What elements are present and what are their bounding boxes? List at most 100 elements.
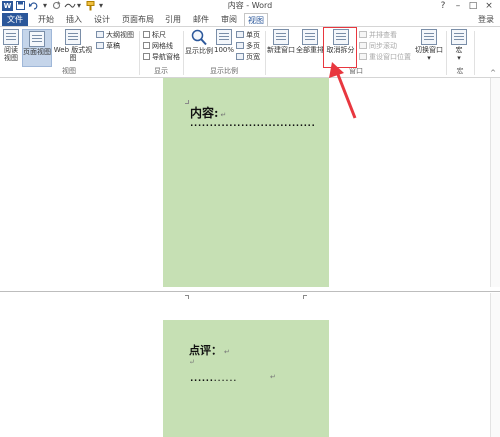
tab-review[interactable]: 审阅: [217, 13, 241, 26]
arrange-all-label: 全部重排: [296, 46, 324, 54]
multiple-pages-label: 多页: [246, 42, 260, 50]
zoom-100-icon: [216, 29, 232, 45]
paragraph-mark: ↵: [220, 111, 227, 119]
tab-page-layout[interactable]: 页面布局: [119, 13, 157, 26]
read-mode-button[interactable]: 阅读 视图: [2, 29, 20, 62]
read-mode-label-2: 视图: [4, 54, 18, 62]
gridlines-check-box[interactable]: [143, 42, 150, 49]
document-area: 内容: ↵ ................................ 点评…: [0, 78, 500, 437]
close-button[interactable]: ×: [482, 0, 496, 12]
outline-label: 大纲视图: [106, 31, 134, 39]
arrange-all-icon: [302, 29, 318, 45]
ruler-label: 标尺: [152, 31, 166, 39]
reset-position-label: 重设窗口位置: [369, 53, 411, 61]
zoom-100-button[interactable]: 100%: [214, 29, 234, 54]
tab-file[interactable]: 文件: [2, 13, 28, 26]
one-page-button[interactable]: 单页: [236, 31, 260, 40]
macros-label: 宏: [455, 46, 463, 54]
zoom-icon: [191, 29, 207, 46]
tab-home[interactable]: 开始: [34, 13, 58, 26]
window-group-label: 窗口: [349, 67, 363, 75]
tab-design[interactable]: 设计: [90, 13, 114, 26]
collapse-ribbon-icon[interactable]: ^: [490, 69, 496, 77]
gridlines-label: 网格线: [152, 42, 173, 50]
crop-mark: [185, 295, 189, 299]
nav-pane-label: 导航窗格: [152, 53, 180, 61]
signin-link[interactable]: 登录: [478, 13, 494, 26]
print-layout-icon: [29, 31, 45, 47]
zoom-button[interactable]: 显示比例: [185, 29, 213, 55]
ruler-checkbox[interactable]: 标尺: [143, 31, 166, 40]
bottom-pane-scrollbar[interactable]: [490, 293, 500, 437]
views-group-label: 视图: [62, 67, 76, 75]
help-icon[interactable]: ?: [436, 0, 450, 12]
tab-insert[interactable]: 插入: [62, 13, 86, 26]
top-margin-strip: [163, 293, 329, 317]
side-by-side-label: 并排查看: [369, 31, 397, 39]
paragraph-mark: ↵: [189, 358, 195, 366]
side-by-side-button[interactable]: 并排查看: [359, 31, 397, 40]
show-group-label: 显示: [154, 67, 168, 75]
print-layout-label: 页面视图: [23, 48, 51, 56]
sync-scroll-button[interactable]: 同步滚动: [359, 42, 397, 51]
web-layout-label: Web 版式视图: [53, 46, 93, 62]
draft-label: 草稿: [106, 42, 120, 50]
reset-position-icon: [359, 53, 367, 60]
draft-button[interactable]: 草稿: [96, 42, 120, 51]
document-title: 内容 - Word: [227, 1, 273, 10]
outline-button[interactable]: 大纲视图: [96, 31, 134, 40]
read-mode-icon: [3, 29, 19, 45]
review-dots: ............: [189, 374, 238, 384]
arrange-all-button[interactable]: 全部重排: [296, 29, 324, 54]
page-width-label: 页宽: [246, 53, 260, 61]
print-layout-button[interactable]: 页面视图: [22, 29, 52, 67]
read-mode-label-1: 阅读: [4, 46, 18, 54]
restore-button[interactable]: □: [466, 0, 480, 12]
top-pane-scrollbar[interactable]: [490, 78, 500, 287]
macros-button[interactable]: 宏 ▾: [449, 29, 469, 62]
paragraph-mark: ↵: [224, 348, 230, 356]
reset-position-button[interactable]: 重设窗口位置: [359, 53, 411, 62]
outline-icon: [96, 31, 104, 38]
one-page-icon: [236, 31, 244, 38]
remove-split-button[interactable]: 取消拆分: [325, 29, 356, 54]
page-width-icon: [236, 53, 244, 60]
paragraph-mark: ↵: [270, 373, 276, 381]
macros-group-label: 宏: [456, 67, 464, 75]
minimize-button[interactable]: –: [451, 0, 465, 12]
web-layout-icon: [65, 29, 81, 45]
switch-windows-button[interactable]: 切换窗口 ▾: [415, 29, 443, 62]
macros-dropdown-icon: ▾: [457, 54, 461, 62]
nav-pane-check-box[interactable]: [143, 53, 150, 60]
switch-windows-label: 切换窗口: [415, 46, 443, 54]
zoom-100-label: 100%: [214, 46, 235, 54]
side-by-side-icon: [359, 31, 367, 38]
one-page-label: 单页: [246, 31, 260, 39]
page-top-pane: 内容: ↵ ................................: [163, 78, 329, 287]
remove-split-label: 取消拆分: [326, 46, 355, 54]
draft-icon: [96, 42, 104, 49]
web-layout-button[interactable]: Web 版式视图: [53, 29, 93, 62]
ruler-check-box[interactable]: [143, 31, 150, 38]
switch-windows-dropdown-icon: ▾: [427, 54, 431, 62]
nav-pane-checkbox[interactable]: 导航窗格: [143, 53, 180, 62]
page-bottom-pane: 点评： ↵ ↵ ............ ↵: [163, 320, 329, 437]
tab-view[interactable]: 视图: [244, 13, 268, 26]
crop-mark: [185, 100, 189, 104]
sync-scroll-icon: [359, 42, 367, 49]
crop-mark: [303, 295, 307, 299]
tab-mailings[interactable]: 邮件: [189, 13, 213, 26]
gridlines-checkbox[interactable]: 网格线: [143, 42, 173, 51]
content-dots: ................................: [189, 119, 316, 129]
multiple-pages-icon: [236, 42, 244, 49]
tab-references[interactable]: 引用: [161, 13, 185, 26]
remove-split-icon: [332, 29, 349, 45]
ribbon-tabs: 文件 开始 插入 设计 页面布局 引用 邮件 审阅 视图 登录: [0, 12, 500, 26]
new-window-button[interactable]: 新建窗口: [267, 29, 295, 54]
ribbon: 阅读 视图 页面视图 Web 版式视图 大纲视图 草稿 视图 标尺 网格线 导航…: [0, 26, 500, 78]
multiple-pages-button[interactable]: 多页: [236, 42, 260, 51]
title-bar: W ▾ ▾ ▾ 内容 - Word ? – □ ×: [0, 0, 500, 12]
page-width-button[interactable]: 页宽: [236, 53, 260, 62]
split-bar[interactable]: [0, 291, 500, 292]
new-window-label: 新建窗口: [267, 46, 295, 54]
